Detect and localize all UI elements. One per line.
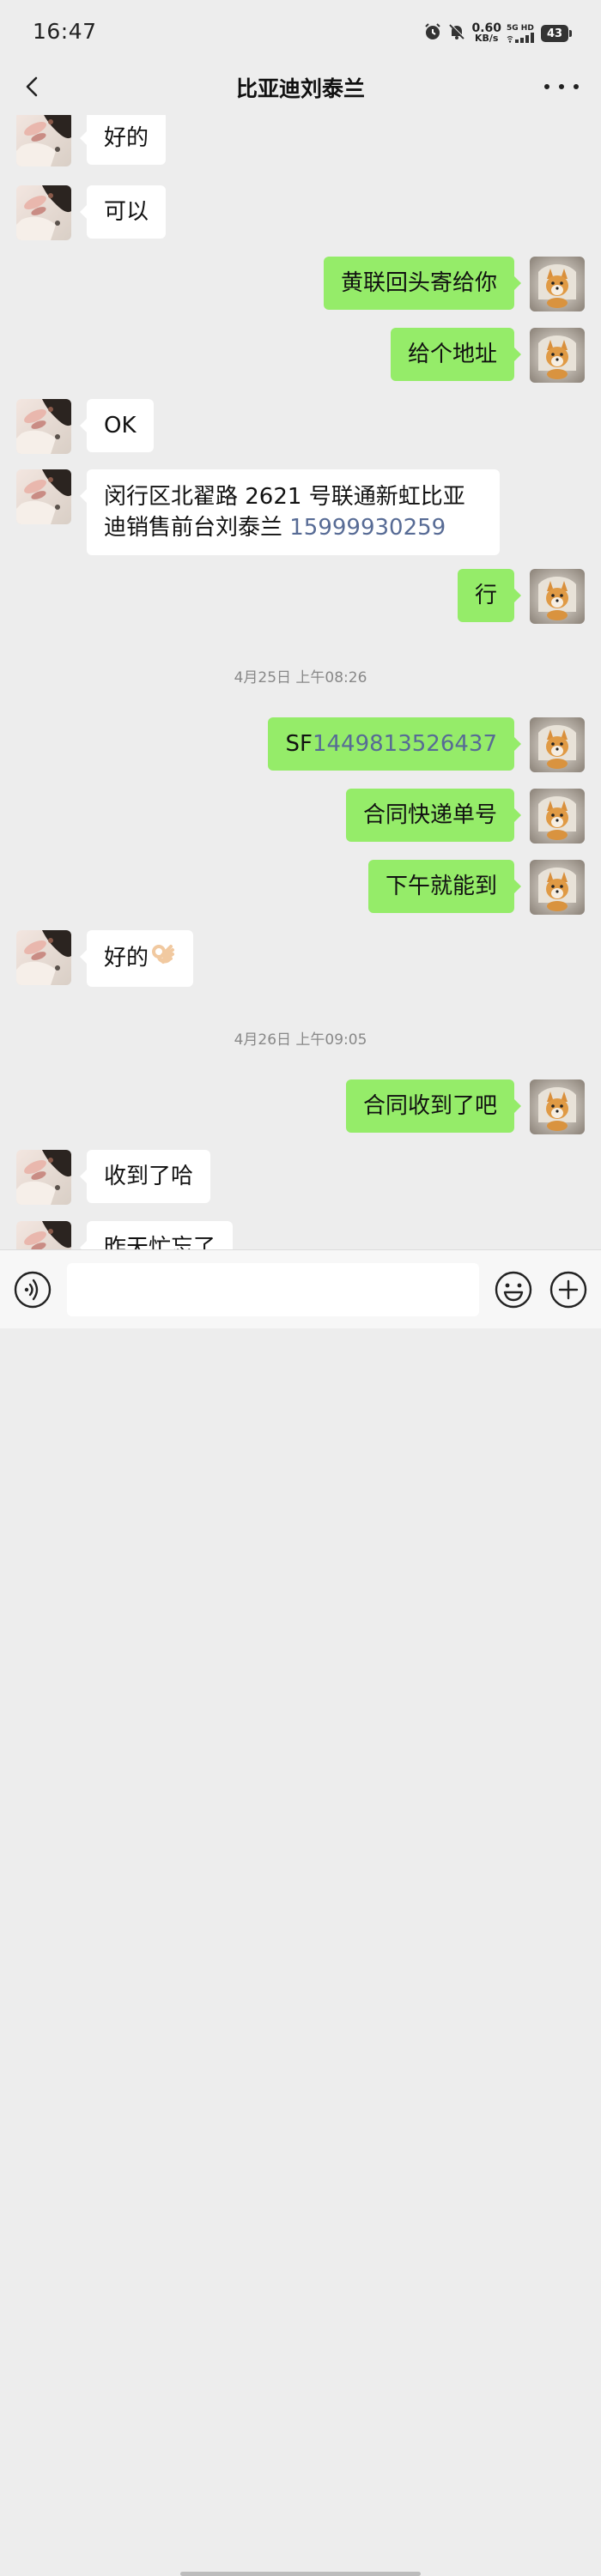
message-bubble[interactable]: 黄联回头寄给你	[323, 257, 522, 310]
emoji-button[interactable]	[495, 1271, 532, 1309]
my-avatar[interactable]	[530, 257, 585, 311]
network-label: 5G HD	[507, 23, 534, 33]
emoji-icon	[495, 1271, 532, 1309]
message-bubble[interactable]: 好的	[79, 930, 194, 987]
chat-title: 比亚迪刘泰兰	[235, 76, 365, 101]
status-bar: 16:47 0.60 KB/s 5G HD 43	[0, 0, 601, 65]
my-avatar[interactable]	[530, 789, 585, 844]
address-message-bubble[interactable]: 闵行区北翟路 2621 号联通新虹比亚迪销售前台刘泰兰 15999930259	[80, 469, 500, 555]
contact-avatar[interactable]	[16, 930, 71, 985]
tracking-number-link[interactable]: 1449813526437	[313, 731, 497, 757]
network-indicator: 5G HD	[507, 23, 536, 43]
contact-avatar[interactable]	[16, 399, 71, 454]
tracking-prefix: SF	[285, 731, 313, 757]
my-avatar[interactable]	[530, 328, 585, 383]
battery-icon: 43	[541, 25, 572, 42]
signal-icon	[507, 32, 536, 43]
message-text: 好的	[104, 945, 149, 971]
message-bubble[interactable]: 收到了哈	[79, 1150, 211, 1203]
message-bubble[interactable]: 下午就能到	[367, 860, 522, 913]
message-bubble[interactable]: 给个地址	[390, 328, 522, 381]
contact-avatar[interactable]	[16, 1150, 71, 1205]
contact-avatar[interactable]	[16, 469, 71, 524]
message-bubble[interactable]: 可以	[79, 185, 167, 239]
status-time: 16:47	[33, 19, 97, 44]
message-bubble[interactable]: 昨天忙忘了	[79, 1221, 234, 1249]
net-speed: 0.60 KB/s	[471, 22, 501, 44]
battery-level: 43	[546, 27, 563, 40]
my-avatar[interactable]	[530, 717, 585, 772]
back-button[interactable]	[17, 70, 52, 104]
timestamp: 4月26日 上午09:05	[234, 1031, 367, 1049]
alarm-icon	[423, 22, 442, 45]
plus-icon	[549, 1271, 587, 1309]
chat-area[interactable]: 好的 可以 黄联回头寄给你 给个地址 OK 闵行区北翟路 2621 号联通新虹比…	[0, 115, 601, 1249]
chat-header: 比亚迪刘泰兰	[0, 65, 601, 108]
message-bubble[interactable]: 合同快递单号	[345, 789, 522, 842]
contact-avatar[interactable]	[16, 115, 71, 166]
plus-button[interactable]	[549, 1271, 587, 1309]
tracking-message-bubble[interactable]: SF1449813526437	[268, 717, 521, 771]
contact-avatar[interactable]	[16, 1221, 71, 1249]
message-bubble[interactable]: 行	[457, 569, 522, 622]
my-avatar[interactable]	[530, 860, 585, 915]
more-button[interactable]	[544, 76, 579, 98]
voice-button[interactable]	[14, 1271, 52, 1309]
phone-number-link[interactable]: 15999930259	[289, 515, 446, 541]
mute-bell-icon	[447, 22, 466, 45]
timestamp: 4月25日 上午08:26	[234, 669, 367, 686]
ok-hand-emoji	[150, 941, 176, 976]
net-speed-unit: KB/s	[474, 33, 499, 44]
message-bubble[interactable]: 好的	[79, 115, 167, 165]
message-bubble[interactable]: OK	[80, 399, 154, 452]
home-indicator	[180, 2572, 421, 2576]
message-bubble[interactable]: 合同收到了吧	[345, 1079, 522, 1133]
message-input[interactable]	[67, 1263, 479, 1316]
wifi-icon	[507, 35, 513, 43]
voice-icon	[14, 1271, 52, 1309]
more-dots-icon	[544, 84, 549, 89]
my-avatar[interactable]	[530, 569, 585, 624]
input-bar	[0, 1249, 601, 2576]
status-icons: 0.60 KB/s 5G HD 43	[423, 21, 572, 46]
contact-avatar[interactable]	[16, 185, 71, 240]
chevron-left-icon	[26, 76, 38, 97]
my-avatar[interactable]	[530, 1079, 585, 1134]
